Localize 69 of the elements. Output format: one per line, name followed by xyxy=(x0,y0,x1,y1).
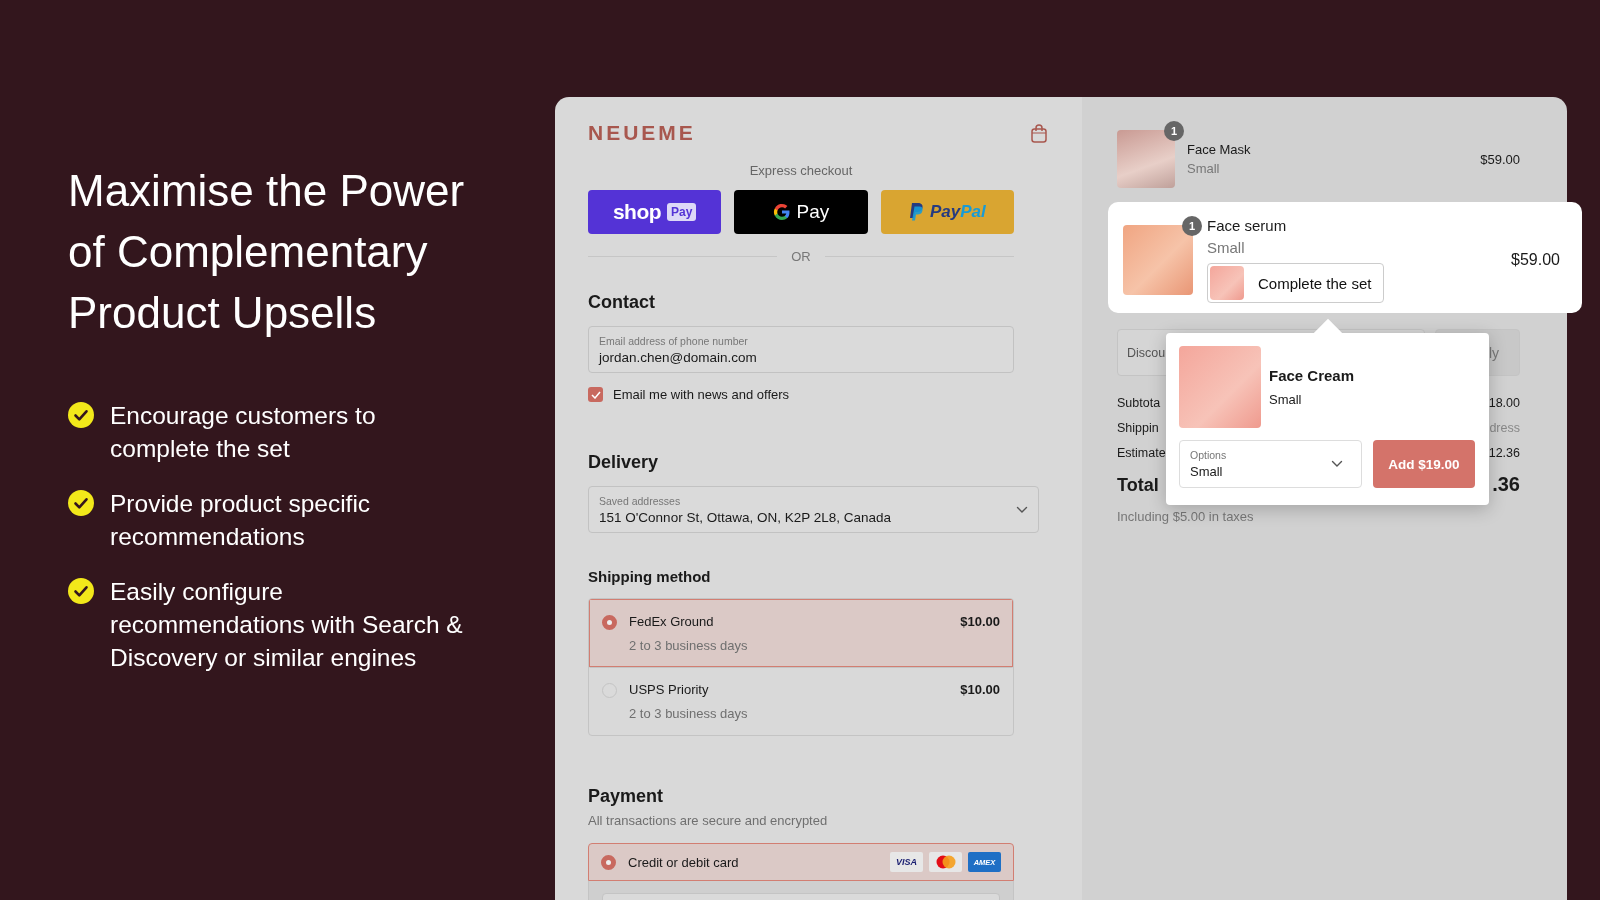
field-value: jordan.chen@domain.com xyxy=(599,349,757,365)
section-heading: Delivery xyxy=(588,452,660,473)
feature-text: Encourage customers to complete the set xyxy=(110,401,377,464)
checkbox[interactable] xyxy=(588,387,603,402)
options-select[interactable]: Options Small xyxy=(1179,440,1362,488)
total-value: .36 xyxy=(1492,473,1520,496)
section-subtitle: All transactions are secure and encrypted xyxy=(588,813,829,828)
section-label: Express checkout xyxy=(748,163,854,178)
section-heading: Contact xyxy=(588,292,656,313)
shopping-bag-icon[interactable] xyxy=(1031,123,1047,143)
photo-placeholder xyxy=(1210,266,1244,300)
chevron-down-icon xyxy=(1016,505,1028,514)
feature-text: Provide product specific recommendations xyxy=(110,489,372,552)
summary-value: 18.00 xyxy=(1488,396,1520,410)
shipping-option[interactable]: USPS Priority $10.00 2 to 3 business days xyxy=(589,667,1013,735)
checkmark-icon xyxy=(68,578,94,604)
total-label: Total xyxy=(1117,475,1159,496)
chevron-down-icon xyxy=(1331,460,1343,468)
summary-label: Subtota xyxy=(1117,396,1161,410)
section-heading: Payment xyxy=(588,786,665,807)
field-value: Small xyxy=(1190,464,1223,479)
visa-card-icon: VISA xyxy=(890,852,923,872)
brand-logo: NEUEME xyxy=(588,121,696,145)
summary-label: Estimate xyxy=(1117,446,1166,460)
payment-method-label: Credit or debit card xyxy=(628,854,740,870)
product-variant: Small xyxy=(1269,392,1303,407)
paypal-button[interactable]: PayPal xyxy=(880,190,1014,234)
field-label: Options xyxy=(1190,449,1227,461)
checkmark-icon xyxy=(68,402,94,428)
checkmark-icon xyxy=(68,490,94,516)
email-field[interactable]: Email address of phone number jordan.chen@domain.com xyxy=(588,326,1014,373)
summary-value: 12.36 xyxy=(1488,446,1520,460)
radio-button[interactable] xyxy=(601,854,616,870)
section-heading: Shipping method xyxy=(588,568,712,585)
headline: Maximise the Power of Complementary Product Upsells xyxy=(68,165,466,339)
product-name: Face Mask xyxy=(1187,142,1252,157)
product-price: $59.00 xyxy=(1511,251,1560,269)
product-variant: Small xyxy=(1187,161,1221,176)
shipping-option[interactable]: FedEx Ground $10.00 2 to 3 business days xyxy=(589,599,1013,667)
product-name: Face serum xyxy=(1207,217,1288,234)
summary-value: dress xyxy=(1489,421,1520,435)
radio-button[interactable] xyxy=(602,615,617,630)
shop-pay-button[interactable]: shop Pay xyxy=(588,190,722,234)
shipping-price: $10.00 xyxy=(960,682,1000,697)
divider-label: OR xyxy=(791,249,811,264)
field-label: Saved addresses xyxy=(599,494,682,507)
tax-note: Including $5.00 in taxes xyxy=(1117,509,1255,524)
address-select[interactable]: Saved addresses 151 O'Connor St, Ottawa, ON, K2P 2L8, Canada xyxy=(588,486,1039,533)
quantity-badge: 1 xyxy=(1182,216,1202,236)
shipping-name: USPS Priority xyxy=(629,682,709,697)
complete-set-button[interactable]: Complete the set xyxy=(1207,263,1385,303)
paypal-logo-icon xyxy=(908,203,924,221)
shipping-name: FedEx Ground xyxy=(629,614,714,629)
shipping-price: $10.00 xyxy=(960,614,1000,629)
quantity-badge: 1 xyxy=(1164,121,1184,141)
product-variant: Small xyxy=(1207,239,1246,256)
summary-label: Shippin xyxy=(1117,421,1159,435)
field-label: Email address of phone number xyxy=(599,334,749,347)
field-value: 151 O'Connor St, Ottawa, ON, K2P 2L8, Canada xyxy=(599,509,891,525)
mastercard-icon xyxy=(929,852,962,872)
product-name: Face Cream xyxy=(1269,367,1355,384)
delivery-time: 2 to 3 business days xyxy=(629,706,749,721)
product-price: $59.00 xyxy=(1480,151,1520,167)
google-pay-button[interactable]: Pay xyxy=(734,190,868,234)
checkbox-label: Email me with news and offers xyxy=(613,387,790,402)
field-placeholder: Discou xyxy=(1127,345,1166,360)
delivery-time: 2 to 3 business days xyxy=(629,638,749,653)
google-logo-icon xyxy=(772,203,791,221)
feature-text: Easily configure recommendations with Search & Discovery or similar engines xyxy=(110,577,464,673)
